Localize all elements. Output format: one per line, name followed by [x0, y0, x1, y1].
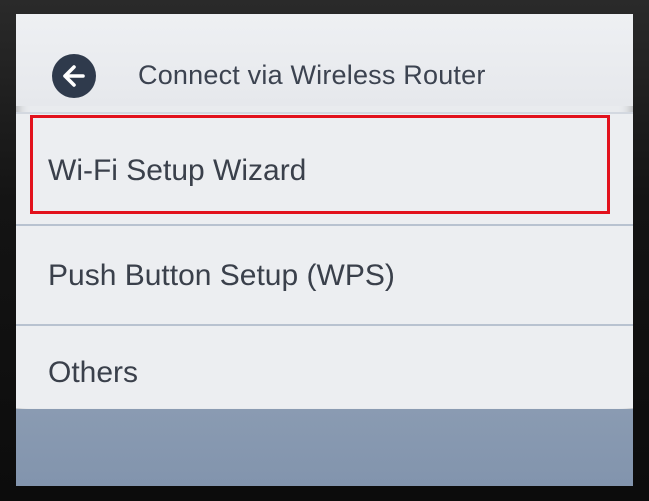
back-button[interactable] — [52, 54, 96, 98]
menu-item-label: Others — [48, 356, 139, 389]
screen-header: Connect via Wireless Router — [16, 14, 633, 106]
menu-item-label: Push Button Setup (WPS) — [48, 259, 395, 292]
touch-screen: Connect via Wireless Router Wi-Fi Setup … — [16, 14, 633, 486]
footer-band — [16, 409, 633, 486]
page-title: Connect via Wireless Router — [138, 60, 486, 90]
menu-item-push-button-setup[interactable]: Push Button Setup (WPS) — [16, 226, 633, 324]
selection-highlight — [30, 115, 610, 214]
arrow-left-icon — [63, 65, 85, 87]
menu-item-others[interactable]: Others — [16, 326, 633, 408]
